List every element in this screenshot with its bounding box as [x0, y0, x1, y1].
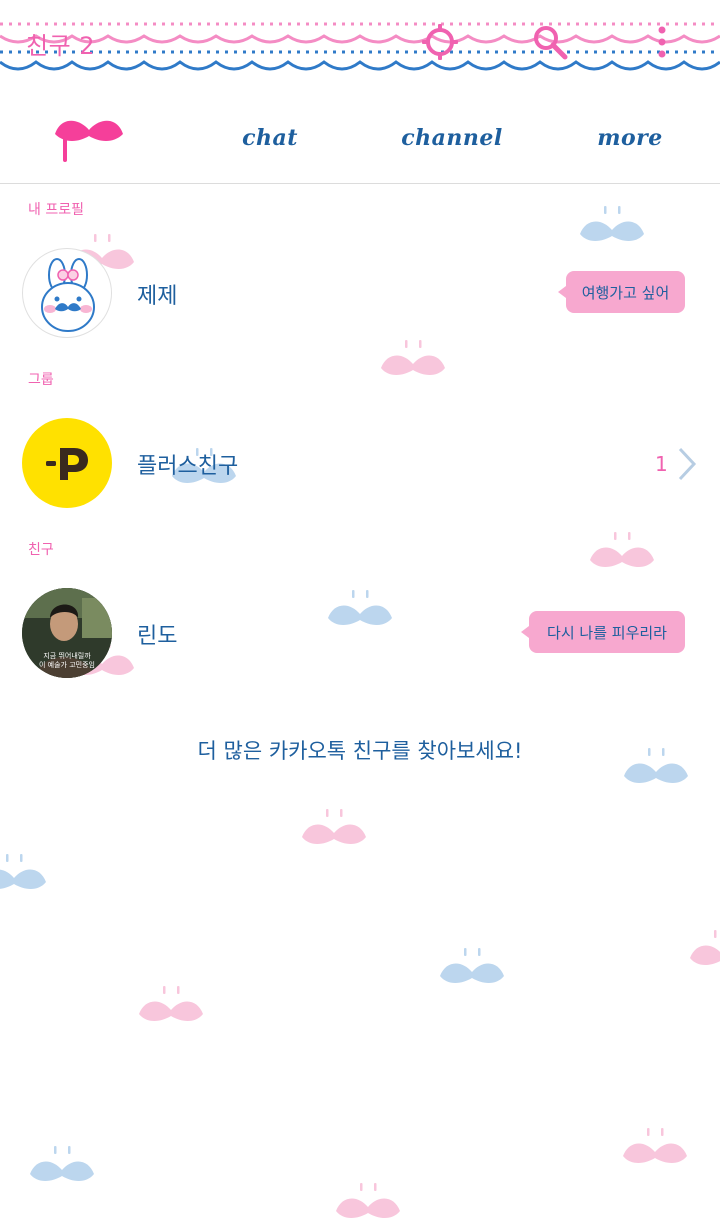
tab-more[interactable]: more — [585, 112, 675, 164]
profile-name: 제제 — [137, 284, 178, 309]
new-count-badge: 1 — [655, 452, 668, 476]
avatar-caption-line2: 이 예술가 고민중임 — [39, 661, 95, 669]
plus-friend-logo[interactable] — [22, 418, 112, 508]
tab-friends[interactable] — [44, 112, 134, 164]
tab-bar: chat channel more — [0, 90, 720, 184]
tab-channel[interactable]: channel — [392, 112, 512, 164]
friend-status-bubble: 다시 나를 피우리라 — [521, 611, 685, 653]
section-group: 그룹 — [28, 372, 54, 388]
chevron-right-icon[interactable] — [676, 446, 698, 482]
scallop-border — [0, 22, 720, 71]
page-title: 친구 2 — [26, 32, 96, 60]
find-more-friends-link[interactable]: 더 많은 카카오톡 친구를 찾아보세요! — [0, 735, 720, 765]
photo-avatar[interactable]: 지금 뛰어내릴까 이 예술가 고민중임 — [22, 588, 112, 678]
tab-channel-label: channel — [401, 125, 503, 151]
profile-status-bubble: 여행가고 싶어 — [558, 271, 685, 313]
tab-more-label: more — [597, 125, 663, 151]
list-item-friend[interactable]: 지금 뛰어내릴까 이 예술가 고민중임 린도 다시 나를 피우리라 — [0, 570, 720, 680]
tab-chat[interactable]: chat — [220, 112, 320, 164]
more-vertical-icon[interactable] — [640, 20, 684, 64]
group-name: 플러스친구 — [137, 454, 239, 479]
section-my-profile: 내 프로필 — [28, 202, 84, 218]
friend-name: 린도 — [137, 624, 178, 649]
avatar-caption-line1: 지금 뛰어내릴까 — [43, 652, 91, 660]
tab-chat-label: chat — [242, 125, 298, 151]
section-friends: 친구 — [28, 542, 54, 558]
search-icon[interactable] — [528, 20, 572, 64]
list-item-plus-friend[interactable]: 플러스친구 1 — [0, 400, 720, 510]
list-item-my-profile[interactable]: 제제 여행가고 싶어 — [0, 230, 720, 340]
bunny-mustache-avatar[interactable] — [22, 248, 112, 338]
settings-gear-icon[interactable] — [418, 20, 462, 64]
app-header: 친구 2 — [0, 0, 720, 90]
mustache-icon — [55, 120, 123, 162]
